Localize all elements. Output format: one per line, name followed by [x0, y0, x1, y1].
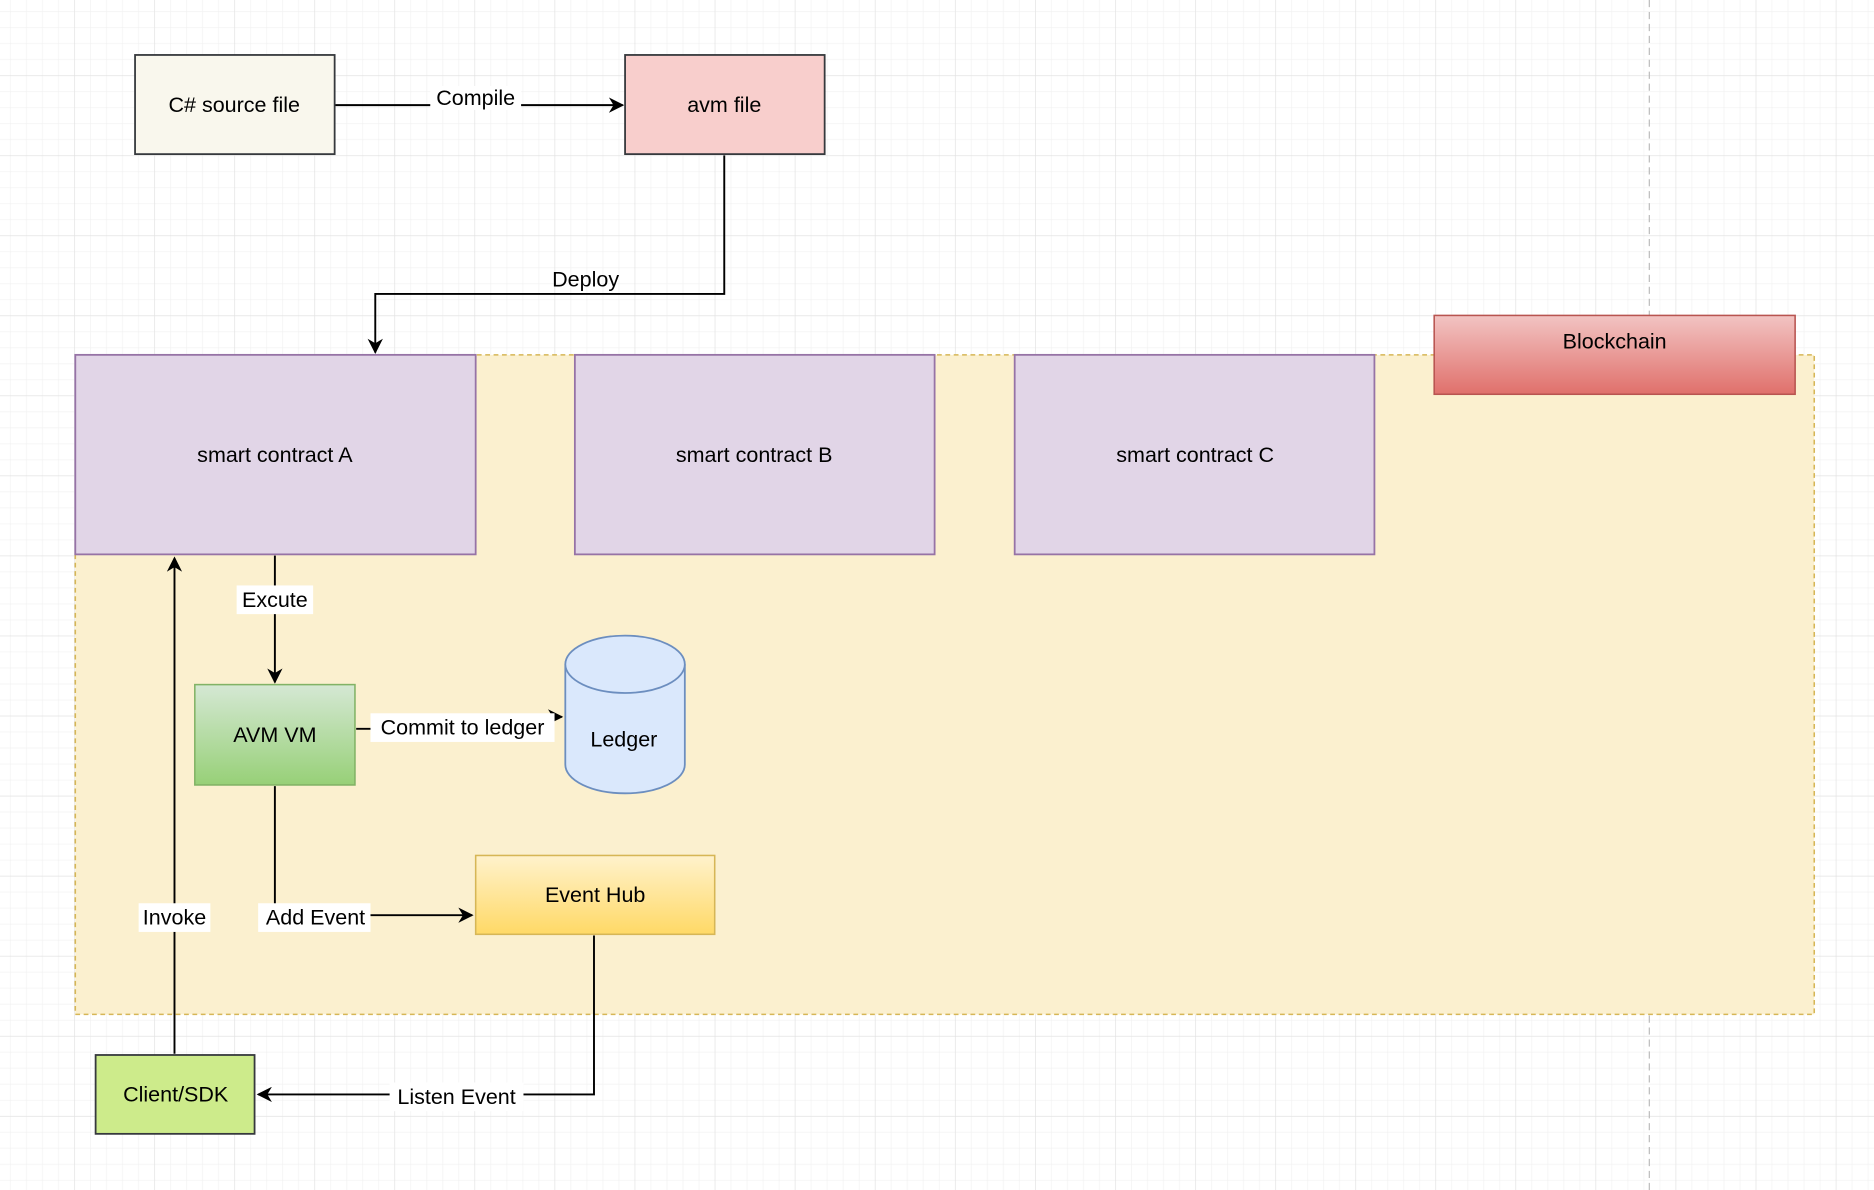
node-csharp-source-file[interactable]: C# source file: [134, 54, 336, 156]
node-ledger[interactable]: Ledger: [564, 634, 686, 795]
node-avm-vm[interactable]: AVM VM: [194, 683, 356, 786]
node-label: avm file: [687, 93, 761, 117]
node-label: AVM VM: [233, 723, 316, 747]
node-smart-contract-b[interactable]: smart contract B: [573, 353, 936, 556]
edge-commit[interactable]: Commit to ledger: [356, 709, 564, 742]
edge-label-excute: Excute: [242, 588, 308, 612]
node-client-sdk[interactable]: Client/SDK: [94, 1054, 256, 1135]
node-avm-file[interactable]: avm file: [624, 54, 826, 156]
node-label: Event Hub: [545, 883, 645, 907]
node-blockchain[interactable]: Blockchain: [1433, 314, 1796, 396]
edge-label-add-event: Add Event: [266, 906, 365, 930]
node-label: smart contract C: [1116, 443, 1274, 467]
node-smart-contract-c[interactable]: smart contract C: [1013, 353, 1376, 556]
node-smart-contract-a[interactable]: smart contract A: [74, 353, 477, 556]
node-label: smart contract A: [197, 443, 353, 467]
edge-label-commit: Commit to ledger: [381, 716, 545, 740]
node-label: smart contract B: [676, 443, 833, 467]
edge-label-listen-event: Listen Event: [397, 1085, 515, 1109]
edge-label-compile: Compile: [436, 86, 515, 110]
diagram-canvas[interactable]: Compile Deploy Excute Commit to ledger A…: [0, 0, 1874, 1190]
edge-label-deploy: Deploy: [552, 268, 619, 292]
edge-label-invoke: Invoke: [143, 906, 206, 930]
node-label: Ledger: [590, 728, 657, 752]
node-label: C# source file: [169, 93, 300, 117]
node-event-hub[interactable]: Event Hub: [474, 854, 716, 936]
node-label: Blockchain: [1563, 330, 1667, 354]
node-label: Client/SDK: [123, 1082, 229, 1106]
